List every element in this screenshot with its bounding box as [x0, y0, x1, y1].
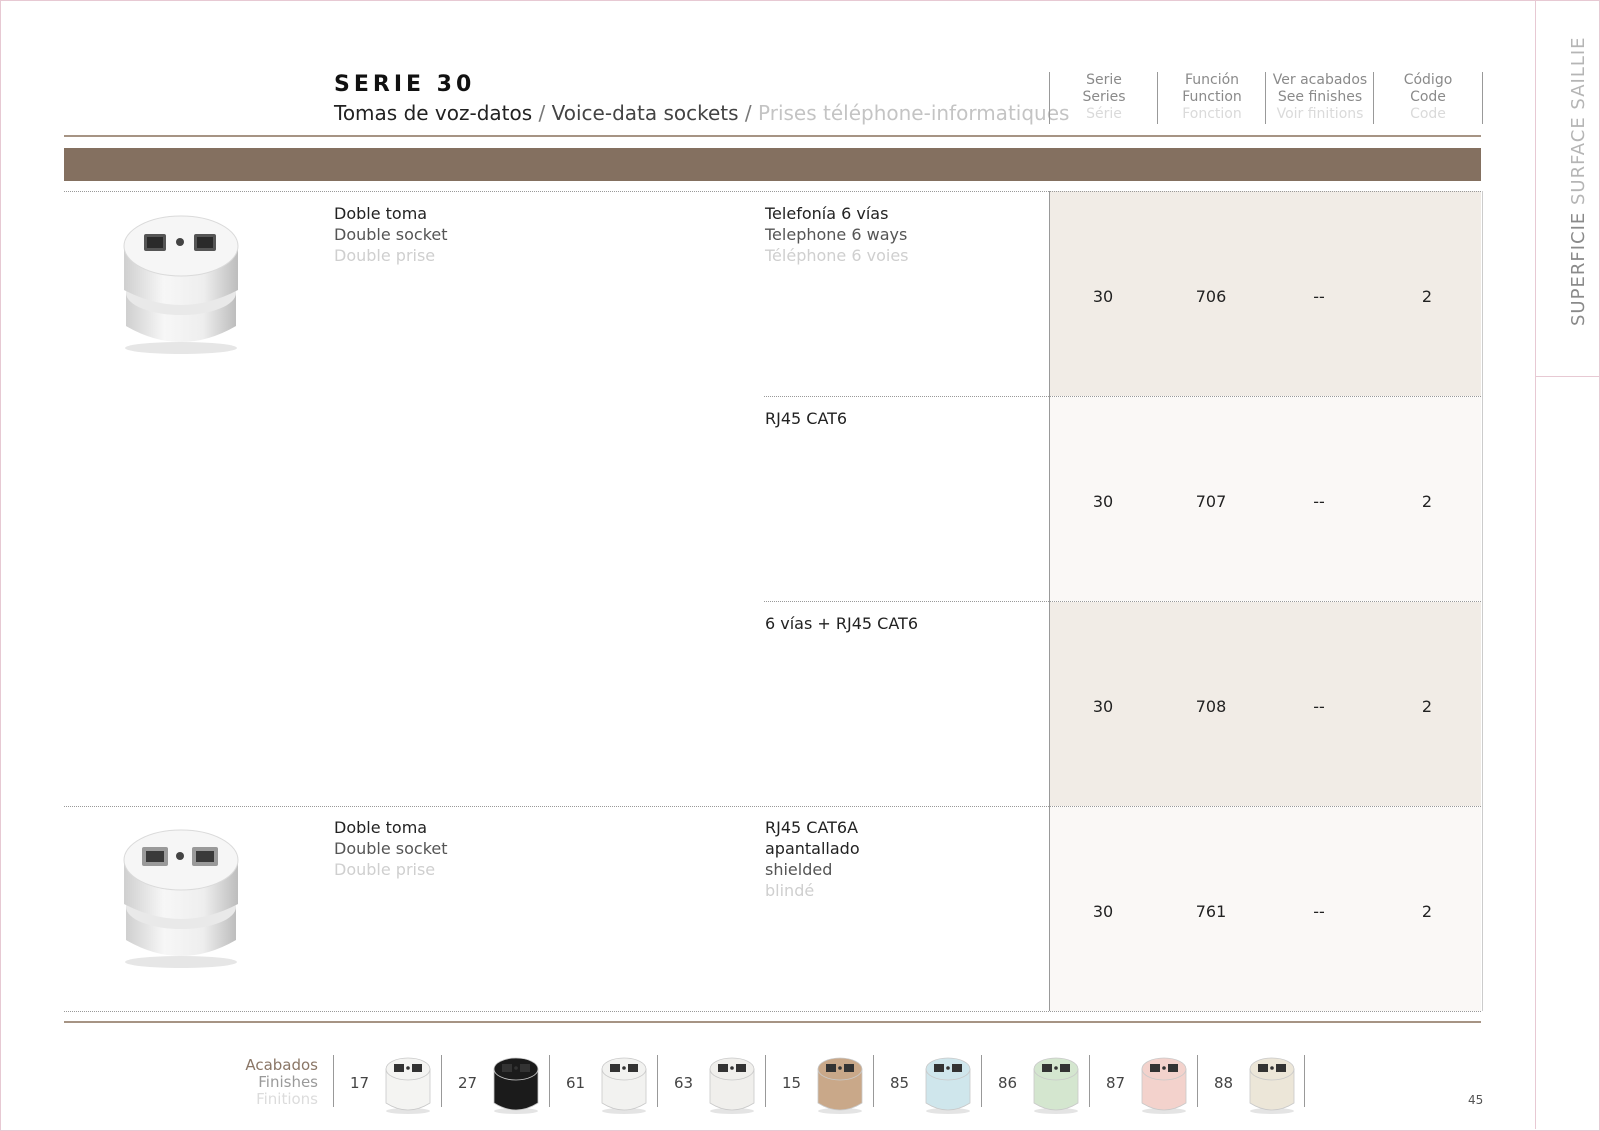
side-section-label: SUPERFICIE SURFACE SAILLIE — [1568, 36, 1589, 326]
variant-divider — [764, 601, 1481, 602]
finish-swatch: 85 — [873, 1055, 982, 1114]
finish-code: 88 — [1214, 1074, 1234, 1092]
finish-swatch: 87 — [1089, 1055, 1198, 1114]
finish-swatch: 17 — [333, 1055, 442, 1114]
finish-code: 63 — [674, 1074, 694, 1092]
product-image-double-socket-telephone — [116, 208, 246, 362]
finish-code: 17 — [350, 1074, 370, 1092]
cell-finishes: -- — [1313, 902, 1325, 921]
cell-code: 2 — [1421, 697, 1433, 716]
variant-desc-706: Telefonía 6 vías Telephone 6 ways Téléph… — [765, 204, 909, 265]
header-rule — [64, 135, 1481, 137]
cell-code: 2 — [1421, 902, 1433, 921]
row-divider — [64, 191, 1481, 192]
finish-socket-icon — [490, 1055, 542, 1119]
finish-socket-icon — [1030, 1055, 1082, 1119]
finish-swatch: 63 — [657, 1055, 766, 1114]
finish-code: 87 — [1106, 1074, 1126, 1092]
cell-serie: 30 — [1092, 697, 1114, 716]
finish-swatch: 86 — [981, 1055, 1090, 1114]
finish-swatch: 61 — [549, 1055, 658, 1114]
finish-swatch: 27 — [441, 1055, 550, 1114]
brown-band — [64, 148, 1481, 181]
finish-code: 61 — [566, 1074, 586, 1092]
cell-function: 707 — [1195, 492, 1227, 511]
finish-socket-icon — [1138, 1055, 1190, 1119]
cell-code: 2 — [1421, 287, 1433, 306]
product-name-1: Doble toma Double socket Double prise — [334, 204, 448, 265]
row-divider — [64, 1011, 1481, 1012]
side-lower-border — [1535, 376, 1600, 1129]
cell-code: 2 — [1421, 492, 1433, 511]
column-header-series: Serie Series Série — [1049, 72, 1158, 124]
cell-finishes: -- — [1313, 287, 1325, 306]
finish-socket-icon — [922, 1055, 974, 1119]
finish-code: 86 — [998, 1074, 1018, 1092]
cell-finishes: -- — [1313, 697, 1325, 716]
variant-divider — [764, 396, 1481, 397]
finish-socket-icon — [706, 1055, 758, 1119]
cell-serie: 30 — [1092, 902, 1114, 921]
finish-socket-icon — [598, 1055, 650, 1119]
column-header-finishes: Ver acabados See finishes Voir finitions — [1265, 72, 1374, 124]
finishes-label: Acabados Finishes Finitions — [245, 1056, 318, 1108]
page-header: SERIE 30 Tomas de voz-datos / Voice-data… — [334, 72, 1069, 125]
cell-function: 708 — [1195, 697, 1227, 716]
cell-function: 706 — [1195, 287, 1227, 306]
finishes-end-divider — [1304, 1055, 1305, 1107]
finish-swatch: 88 — [1197, 1055, 1306, 1114]
finish-code: 15 — [782, 1074, 802, 1092]
cell-finishes: -- — [1313, 492, 1325, 511]
column-header-code: Código Code Code — [1373, 72, 1483, 124]
page-number: 45 — [1468, 1093, 1484, 1107]
finish-socket-icon — [382, 1055, 434, 1119]
cell-serie: 30 — [1092, 287, 1114, 306]
finish-code: 85 — [890, 1074, 910, 1092]
finish-socket-icon — [1246, 1055, 1298, 1119]
cell-function: 761 — [1195, 902, 1227, 921]
finish-socket-icon — [814, 1055, 866, 1119]
page-subtitle: Tomas de voz-datos / Voice-data sockets … — [334, 101, 1070, 125]
variant-desc-761: RJ45 CAT6A apantallado shielded blindé — [765, 818, 860, 900]
cell-serie: 30 — [1092, 492, 1114, 511]
variant-desc-708: 6 vías + RJ45 CAT6 — [765, 614, 919, 633]
row-divider — [64, 806, 1481, 807]
product-image-double-socket-rj45 — [116, 822, 246, 976]
finish-code: 27 — [458, 1074, 478, 1092]
variant-desc-707: RJ45 CAT6 — [765, 409, 848, 428]
series-title: SERIE 30 — [334, 72, 476, 97]
footer-rule — [64, 1021, 1481, 1023]
product-name-2: Doble toma Double socket Double prise — [334, 818, 448, 879]
finish-swatch: 15 — [765, 1055, 874, 1114]
column-header-function: Función Function Fonction — [1157, 72, 1266, 124]
